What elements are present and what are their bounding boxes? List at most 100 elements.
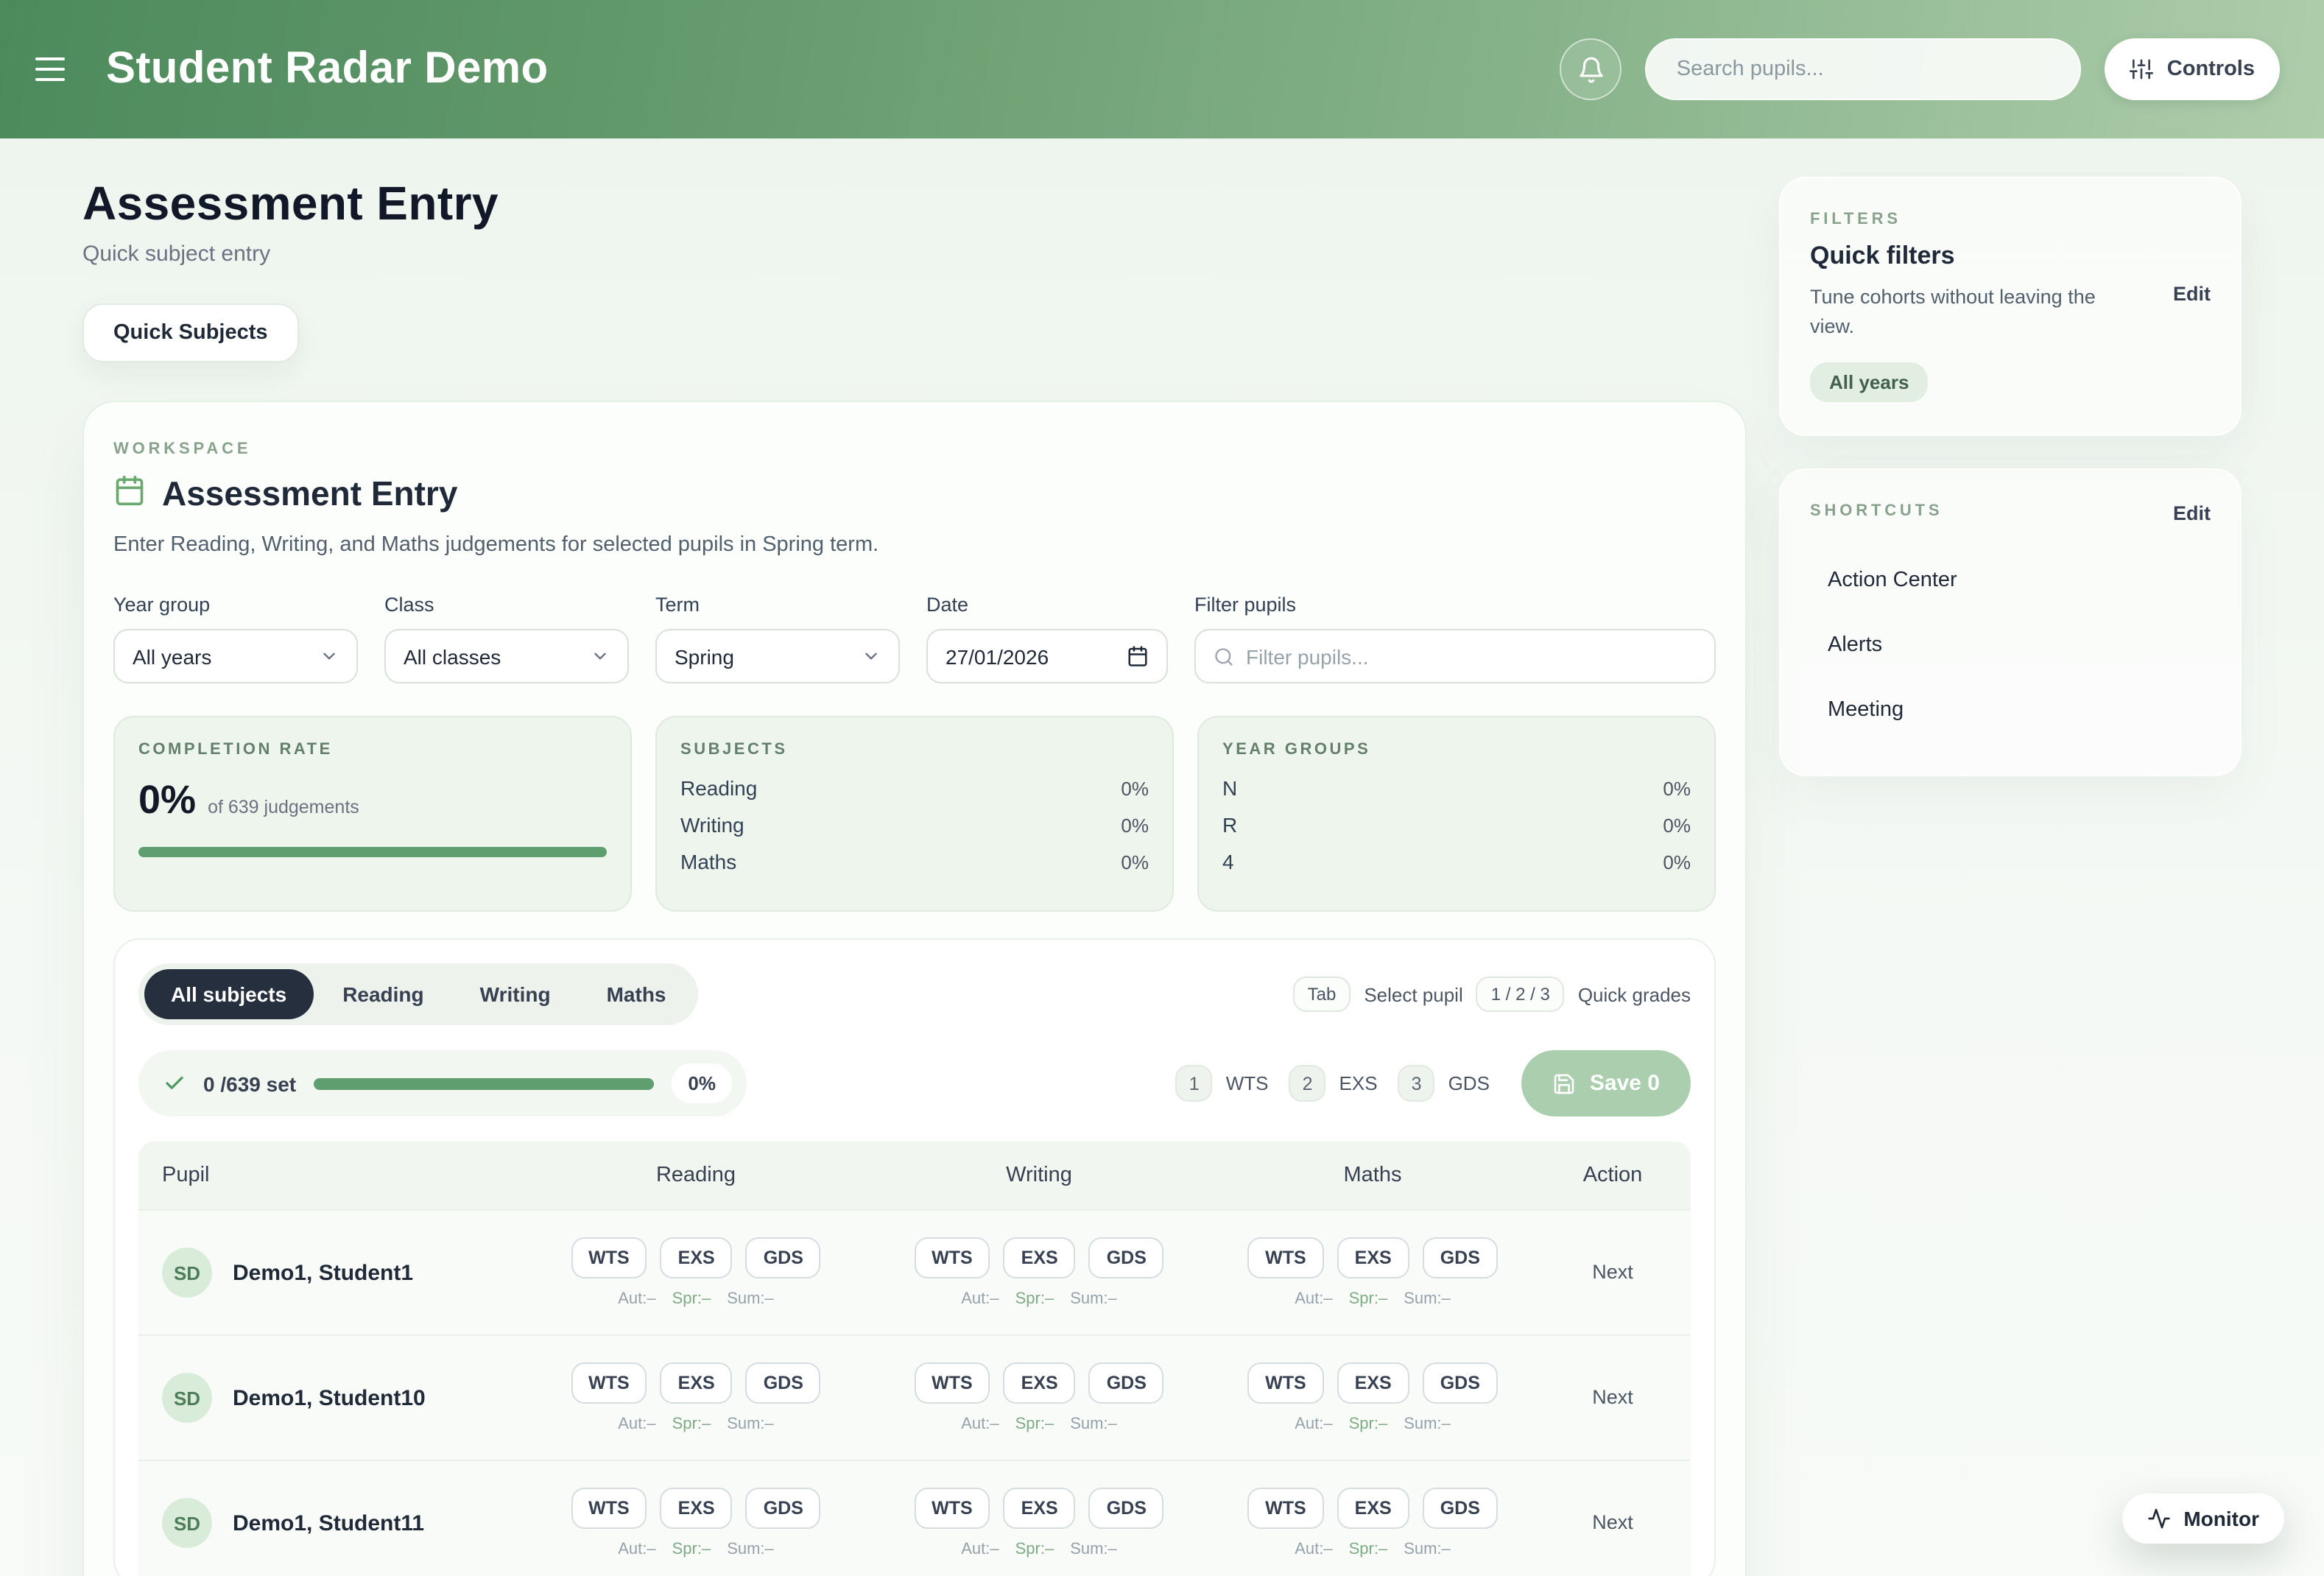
summer-value: Sum:– <box>1070 1415 1117 1433</box>
filters-eyebrow: FILTERS <box>1810 211 2211 228</box>
year-group-stat-row: 40% <box>1222 850 1691 873</box>
bell-icon <box>1577 55 1605 83</box>
set-count: 0 /639 set <box>203 1072 296 1095</box>
filter-pupils-label: Filter pupils <box>1194 594 1716 616</box>
next-button[interactable]: Next <box>1592 1511 1633 1533</box>
monitor-button[interactable]: Monitor <box>2121 1494 2284 1544</box>
tab-reading[interactable]: Reading <box>316 969 450 1019</box>
year-group-stat-row: N0% <box>1222 776 1691 800</box>
hamburger-icon <box>35 57 65 60</box>
maths-gds-button[interactable]: GDS <box>1423 1237 1498 1278</box>
shortcut-meeting[interactable]: Meeting <box>1810 678 2211 742</box>
writing-grade-group: WTS EXS GDS Aut:– Spr:– Sum:– <box>867 1488 1211 1558</box>
autumn-value: Aut:– <box>961 1541 999 1558</box>
maths-wts-button[interactable]: WTS <box>1247 1362 1324 1404</box>
writing-wts-button[interactable]: WTS <box>914 1488 990 1529</box>
quick-filters-description: Tune cohorts without leaving the view. <box>1810 283 2125 340</box>
reading-wts-button[interactable]: WTS <box>571 1488 647 1529</box>
maths-grade-group: WTS EXS GDS Aut:– Spr:– Sum:– <box>1211 1488 1535 1558</box>
tab-all-subjects[interactable]: All subjects <box>144 969 313 1019</box>
reading-exs-button[interactable]: EXS <box>661 1237 733 1278</box>
workspace-eyebrow: WORKSPACE <box>113 440 1716 458</box>
reading-grade-group: WTS EXS GDS Aut:– Spr:– Sum:– <box>524 1362 867 1433</box>
writing-exs-button[interactable]: EXS <box>1004 1488 1076 1529</box>
tab-maths[interactable]: Maths <box>580 969 693 1019</box>
shortcuts-card: SHORTCUTS Edit Action Center Alerts Meet… <box>1779 468 2242 776</box>
subjects-label: SUBJECTS <box>680 741 1149 759</box>
pupil-name: Demo1, Student11 <box>233 1510 424 1535</box>
subject-stat-row: Reading0% <box>680 776 1149 800</box>
reading-wts-button[interactable]: WTS <box>571 1237 647 1278</box>
writing-gds-button[interactable]: GDS <box>1089 1237 1164 1278</box>
writing-exs-button[interactable]: EXS <box>1004 1362 1076 1404</box>
year-group-select[interactable]: All years <box>113 629 358 683</box>
autumn-value: Aut:– <box>1295 1290 1332 1308</box>
shortcut-alerts[interactable]: Alerts <box>1810 613 2211 678</box>
summer-value: Sum:– <box>1404 1541 1451 1558</box>
maths-gds-button[interactable]: GDS <box>1423 1362 1498 1404</box>
maths-exs-button[interactable]: EXS <box>1337 1488 1409 1529</box>
filters-edit-button[interactable]: Edit <box>2173 283 2211 305</box>
app-root: Student Radar Demo Controls Assessment E… <box>0 0 2324 1576</box>
maths-gds-button[interactable]: GDS <box>1423 1488 1498 1529</box>
chevron-down-icon <box>862 647 881 666</box>
quick-subjects-button[interactable]: Quick Subjects <box>82 303 299 362</box>
autumn-value: Aut:– <box>618 1290 655 1308</box>
avatar: SD <box>162 1373 212 1423</box>
writing-wts-button[interactable]: WTS <box>914 1237 990 1278</box>
reading-grade-group: WTS EXS GDS Aut:– Spr:– Sum:– <box>524 1237 867 1308</box>
date-label: Date <box>926 594 1168 616</box>
set-percent: 0% <box>672 1063 732 1103</box>
reading-gds-button[interactable]: GDS <box>746 1237 821 1278</box>
reading-exs-button[interactable]: EXS <box>661 1362 733 1404</box>
term-select[interactable]: Spring <box>655 629 900 683</box>
shortcut-action-center[interactable]: Action Center <box>1810 548 2211 613</box>
subject-stat-row: Writing0% <box>680 813 1149 837</box>
all-years-chip[interactable]: All years <box>1810 362 1928 402</box>
next-button[interactable]: Next <box>1592 1386 1633 1408</box>
header-maths: Maths <box>1211 1164 1535 1187</box>
controls-button[interactable]: Controls <box>2105 38 2280 100</box>
notifications-button[interactable] <box>1560 38 1622 100</box>
writing-gds-button[interactable]: GDS <box>1089 1488 1164 1529</box>
maths-wts-button[interactable]: WTS <box>1247 1488 1324 1529</box>
class-select[interactable]: All classes <box>384 629 629 683</box>
chevron-down-icon <box>320 647 339 666</box>
reading-gds-button[interactable]: GDS <box>746 1362 821 1404</box>
controls-label: Controls <box>2167 57 2255 81</box>
spring-value: Spr:– <box>672 1541 711 1558</box>
reading-exs-button[interactable]: EXS <box>661 1488 733 1529</box>
shortcuts-edit-button[interactable]: Edit <box>2173 502 2211 524</box>
reading-wts-button[interactable]: WTS <box>571 1362 647 1404</box>
writing-exs-button[interactable]: EXS <box>1004 1237 1076 1278</box>
filter-pupils-input[interactable] <box>1246 644 1697 668</box>
shortcuts-eyebrow: SHORTCUTS <box>1810 502 1943 520</box>
autumn-value: Aut:– <box>618 1541 655 1558</box>
completion-rate-label: COMPLETION RATE <box>138 741 607 759</box>
avatar: SD <box>162 1498 212 1548</box>
save-button[interactable]: Save 0 <box>1522 1050 1691 1116</box>
page-subtitle: Quick subject entry <box>82 242 1747 267</box>
autumn-value: Aut:– <box>961 1415 999 1433</box>
pupil-table: Pupil Reading Writing Maths Action SD De… <box>138 1141 1691 1576</box>
summer-value: Sum:– <box>1070 1290 1117 1308</box>
key-1-label: WTS <box>1226 1072 1269 1094</box>
writing-gds-button[interactable]: GDS <box>1089 1362 1164 1404</box>
maths-exs-button[interactable]: EXS <box>1337 1237 1409 1278</box>
next-button[interactable]: Next <box>1592 1261 1633 1283</box>
number-keys-chip: 1 / 2 / 3 <box>1476 977 1565 1012</box>
date-input[interactable]: 27/01/2026 <box>926 629 1168 683</box>
menu-button[interactable] <box>35 52 74 87</box>
subject-stat-row: Maths0% <box>680 850 1149 873</box>
right-sidebar: FILTERS Quick filters Tune cohorts witho… <box>1779 177 2242 776</box>
maths-exs-button[interactable]: EXS <box>1337 1362 1409 1404</box>
key-3-label: GDS <box>1448 1072 1490 1094</box>
writing-grade-group: WTS EXS GDS Aut:– Spr:– Sum:– <box>867 1237 1211 1308</box>
page-title: Assessment Entry <box>82 177 1747 231</box>
maths-wts-button[interactable]: WTS <box>1247 1237 1324 1278</box>
autumn-value: Aut:– <box>1295 1541 1332 1558</box>
tab-writing[interactable]: Writing <box>454 969 577 1019</box>
reading-gds-button[interactable]: GDS <box>746 1488 821 1529</box>
writing-wts-button[interactable]: WTS <box>914 1362 990 1404</box>
search-input[interactable] <box>1677 57 2051 81</box>
